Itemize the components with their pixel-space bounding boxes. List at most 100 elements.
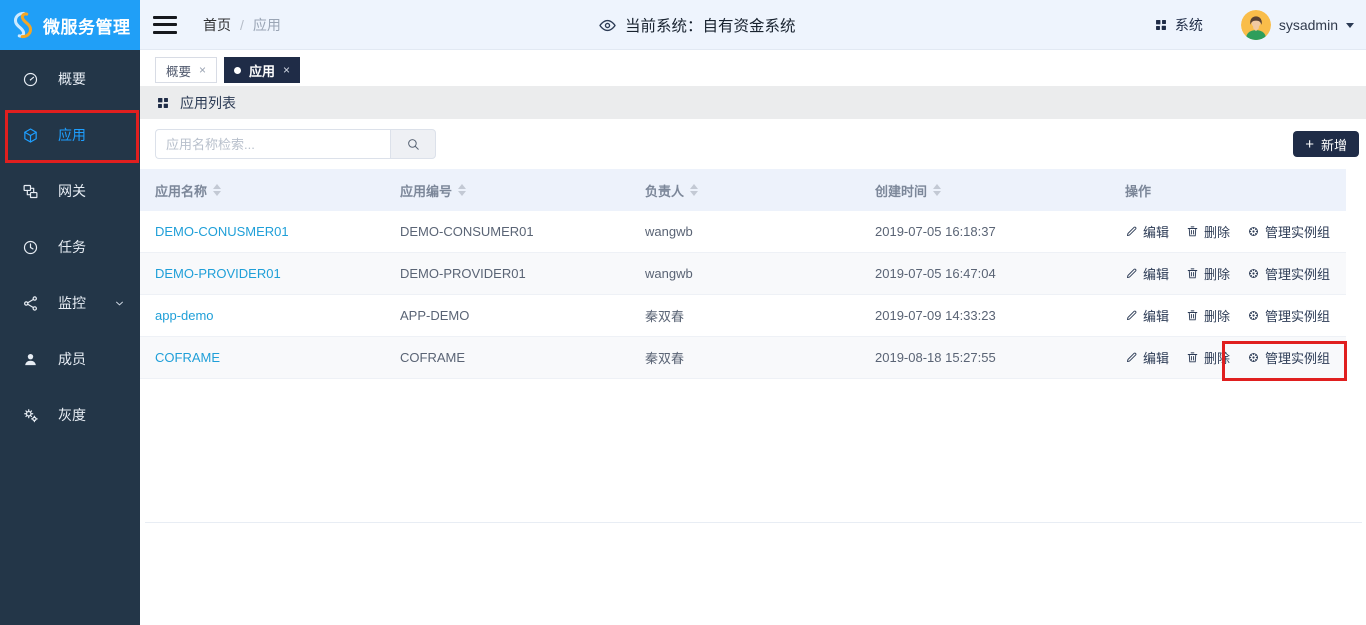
add-button[interactable]: + 新增 [1293,131,1359,157]
avatar [1241,10,1271,40]
chevron-down-icon [113,297,126,310]
manage-label: 管理实例组 [1265,222,1330,241]
eye-icon [598,16,617,35]
delete-icon [1186,225,1199,238]
app-root: 微服务管理 概要应用网关任务监控成员灰度 首页 / 应用 当前系统：自有资金系统… [0,0,1366,625]
column-header-3[interactable]: 创建时间 [860,181,1110,200]
sort-icon[interactable] [690,184,698,196]
sidebar-item-label: 概要 [58,69,86,89]
table-row: COFRAMECOFRAME秦双春2019-08-18 15:27:55编辑删除… [140,337,1346,379]
manage-label: 管理实例组 [1265,348,1330,367]
delete-action[interactable]: 删除 [1186,264,1230,283]
edit-icon [1125,309,1138,322]
dashboard-icon [22,71,39,88]
column-header-4: 操作 [1110,181,1346,200]
edit-label: 编辑 [1143,348,1169,367]
table-row: DEMO-PROVIDER01DEMO-PROVIDER01wangwb2019… [140,253,1346,295]
delete-action[interactable]: 删除 [1186,348,1230,367]
delete-icon [1186,267,1199,280]
edit-action[interactable]: 编辑 [1125,222,1169,241]
tabs-bar: 概要 × 应用 × [140,51,1366,86]
tab-applications[interactable]: 应用 × [224,57,300,83]
monitor-icon [22,295,39,312]
sidebar-item-label: 应用 [58,125,86,145]
breadcrumb-home[interactable]: 首页 [203,15,231,35]
sidebar-item-1[interactable]: 应用 [0,107,140,163]
current-system-text: 当前系统：自有资金系统 [625,14,796,36]
column-label: 操作 [1125,181,1151,200]
delete-label: 删除 [1204,222,1230,241]
sort-icon[interactable] [933,184,941,196]
edit-label: 编辑 [1143,264,1169,283]
manage-icon [1247,351,1260,364]
manage-instances-action[interactable]: 管理实例组 [1247,264,1330,283]
sidebar-item-4[interactable]: 监控 [0,275,140,331]
manage-instances-action[interactable]: 管理实例组 [1247,348,1330,367]
sidebar-item-5[interactable]: 成员 [0,331,140,387]
sidebar-item-2[interactable]: 网关 [0,163,140,219]
search-group [155,129,436,159]
app-code: DEMO-PROVIDER01 [400,266,526,281]
sidebar-item-label: 监控 [58,293,86,313]
applications-table: 应用名称 应用编号负责人 创建时间 操作 DEMO-CONUSMER01DEMO-CO… [140,169,1346,379]
search-input[interactable] [155,129,390,159]
app-owner: 秦双春 [645,306,684,325]
app-code: COFRAME [400,350,465,365]
edit-action[interactable]: 编辑 [1125,348,1169,367]
app-code: APP-DEMO [400,308,469,323]
user-menu[interactable]: sysadmin [1241,10,1354,40]
edit-action[interactable]: 编辑 [1125,264,1169,283]
app-owner: wangwb [645,224,693,239]
edit-action[interactable]: 编辑 [1125,306,1169,325]
search-icon [406,137,420,151]
delete-action[interactable]: 删除 [1186,222,1230,241]
manage-instances-action[interactable]: 管理实例组 [1247,222,1330,241]
app-name-link[interactable]: DEMO-PROVIDER01 [155,266,281,281]
column-label: 应用名称 [155,181,207,200]
menu-toggle-icon[interactable] [153,16,177,34]
app-name-link[interactable]: app-demo [155,308,214,323]
app-name-link[interactable]: COFRAME [155,350,220,365]
plus-icon: + [1305,137,1314,152]
sort-icon[interactable] [458,184,466,196]
logo-swirl-icon [8,10,38,40]
add-button-label: 新增 [1321,135,1347,154]
top-header: 首页 / 应用 当前系统：自有资金系统 系统 [140,0,1366,50]
system-menu[interactable]: 系统 [1154,15,1203,35]
edit-icon [1125,267,1138,280]
sort-icon[interactable] [213,184,221,196]
tab-overview[interactable]: 概要 × [155,57,217,83]
caret-down-icon [1346,23,1354,28]
search-button[interactable] [390,129,436,159]
tab-label: 概要 [166,61,191,80]
column-header-2[interactable]: 负责人 [630,181,860,200]
sidebar-item-6[interactable]: 灰度 [0,387,140,443]
breadcrumb-separator: / [240,17,244,33]
manage-instances-action[interactable]: 管理实例组 [1247,306,1330,325]
edit-label: 编辑 [1143,306,1169,325]
column-header-0[interactable]: 应用名称 [140,181,385,200]
sidebar-item-3[interactable]: 任务 [0,219,140,275]
delete-action[interactable]: 删除 [1186,306,1230,325]
column-label: 创建时间 [875,181,927,200]
column-header-1[interactable]: 应用编号 [385,181,630,200]
username: sysadmin [1279,17,1338,33]
toolbar: + 新增 [140,119,1366,169]
active-dot-icon [234,67,241,74]
breadcrumb: 首页 / 应用 [203,15,281,35]
manage-icon [1247,309,1260,322]
app-created-time: 2019-07-05 16:18:37 [875,224,996,239]
app-name-link[interactable]: DEMO-CONUSMER01 [155,224,289,239]
grid-icon [1154,18,1168,32]
column-label: 负责人 [645,181,684,200]
app-title: 微服务管理 [43,13,131,38]
page-title: 应用列表 [180,93,236,113]
table-row: DEMO-CONUSMER01DEMO-CONSUMER01wangwb2019… [140,211,1346,253]
delete-label: 删除 [1204,348,1230,367]
app-owner: wangwb [645,266,693,281]
close-icon[interactable]: × [283,64,290,76]
close-icon[interactable]: × [199,64,206,76]
current-system-indicator: 当前系统：自有资金系统 [598,0,796,50]
header-right: 系统 sysadmin [1154,10,1366,40]
sidebar-item-0[interactable]: 概要 [0,51,140,107]
